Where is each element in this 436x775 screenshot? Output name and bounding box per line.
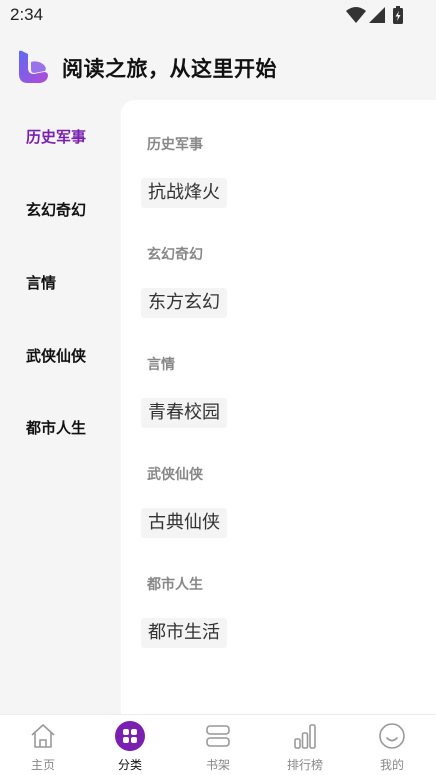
bottom-nav: 主页 分类 书架 排行榜 我的	[0, 714, 436, 775]
tag-chip[interactable]: 都市生活	[141, 618, 227, 648]
section-title: 都市人生	[147, 577, 203, 593]
nav-bookshelf[interactable]: 书架	[188, 721, 248, 775]
section-title: 言情	[147, 357, 175, 373]
nav-category[interactable]: 分类	[100, 721, 160, 775]
nav-label: 分类	[117, 758, 142, 772]
subcategory-panel: 历史军事 抗战烽火 玄幻奇幻 东方玄幻 言情 青春校园 武侠仙侠 古典仙侠 都市…	[121, 100, 436, 714]
signal-icon	[369, 7, 385, 23]
sidebar-item-history-military[interactable]: 历史军事	[0, 117, 121, 157]
section-title: 玄幻奇幻	[147, 247, 203, 263]
tag-chip[interactable]: 东方玄幻	[141, 288, 227, 318]
tag-chip[interactable]: 青春校园	[141, 398, 227, 428]
nav-home[interactable]: 主页	[13, 721, 73, 775]
nav-label: 书架	[205, 758, 230, 772]
wifi-icon	[346, 7, 366, 23]
app-header: 阅读之旅，从这里开始	[0, 40, 436, 94]
app-screen: 2:34 阅读之旅，从这里开始 历史军事 玄幻奇幻 言情 武侠仙侠 都市人生 历…	[0, 0, 436, 775]
sidebar-item-fantasy[interactable]: 玄幻奇幻	[0, 190, 121, 230]
tag-chip[interactable]: 古典仙侠	[141, 508, 227, 538]
section-title: 历史军事	[147, 137, 203, 153]
nav-label: 主页	[30, 758, 55, 772]
section-title: 武侠仙侠	[147, 467, 203, 483]
sidebar-item-romance[interactable]: 言情	[0, 263, 121, 303]
nav-profile[interactable]: 我的	[362, 721, 422, 775]
status-bar: 2:34	[0, 0, 436, 32]
sidebar-item-wuxia[interactable]: 武侠仙侠	[0, 336, 121, 376]
bookshelf-icon	[206, 725, 230, 747]
category-icon	[115, 721, 145, 751]
status-time: 2:34	[10, 5, 44, 24]
status-icons	[346, 6, 406, 24]
home-icon	[31, 724, 55, 748]
nav-label: 我的	[379, 758, 404, 772]
category-sidebar: 历史军事 玄幻奇幻 言情 武侠仙侠 都市人生	[0, 100, 121, 714]
page-title: 阅读之旅，从这里开始	[62, 57, 277, 81]
ranking-icon	[294, 724, 316, 749]
nav-ranking[interactable]: 排行榜	[275, 721, 335, 775]
battery-icon	[393, 6, 403, 24]
sidebar-item-urban[interactable]: 都市人生	[0, 408, 121, 448]
profile-icon	[379, 723, 405, 749]
tag-chip[interactable]: 抗战烽火	[141, 178, 227, 208]
nav-label: 排行榜	[286, 758, 323, 772]
app-logo-icon	[19, 50, 48, 83]
